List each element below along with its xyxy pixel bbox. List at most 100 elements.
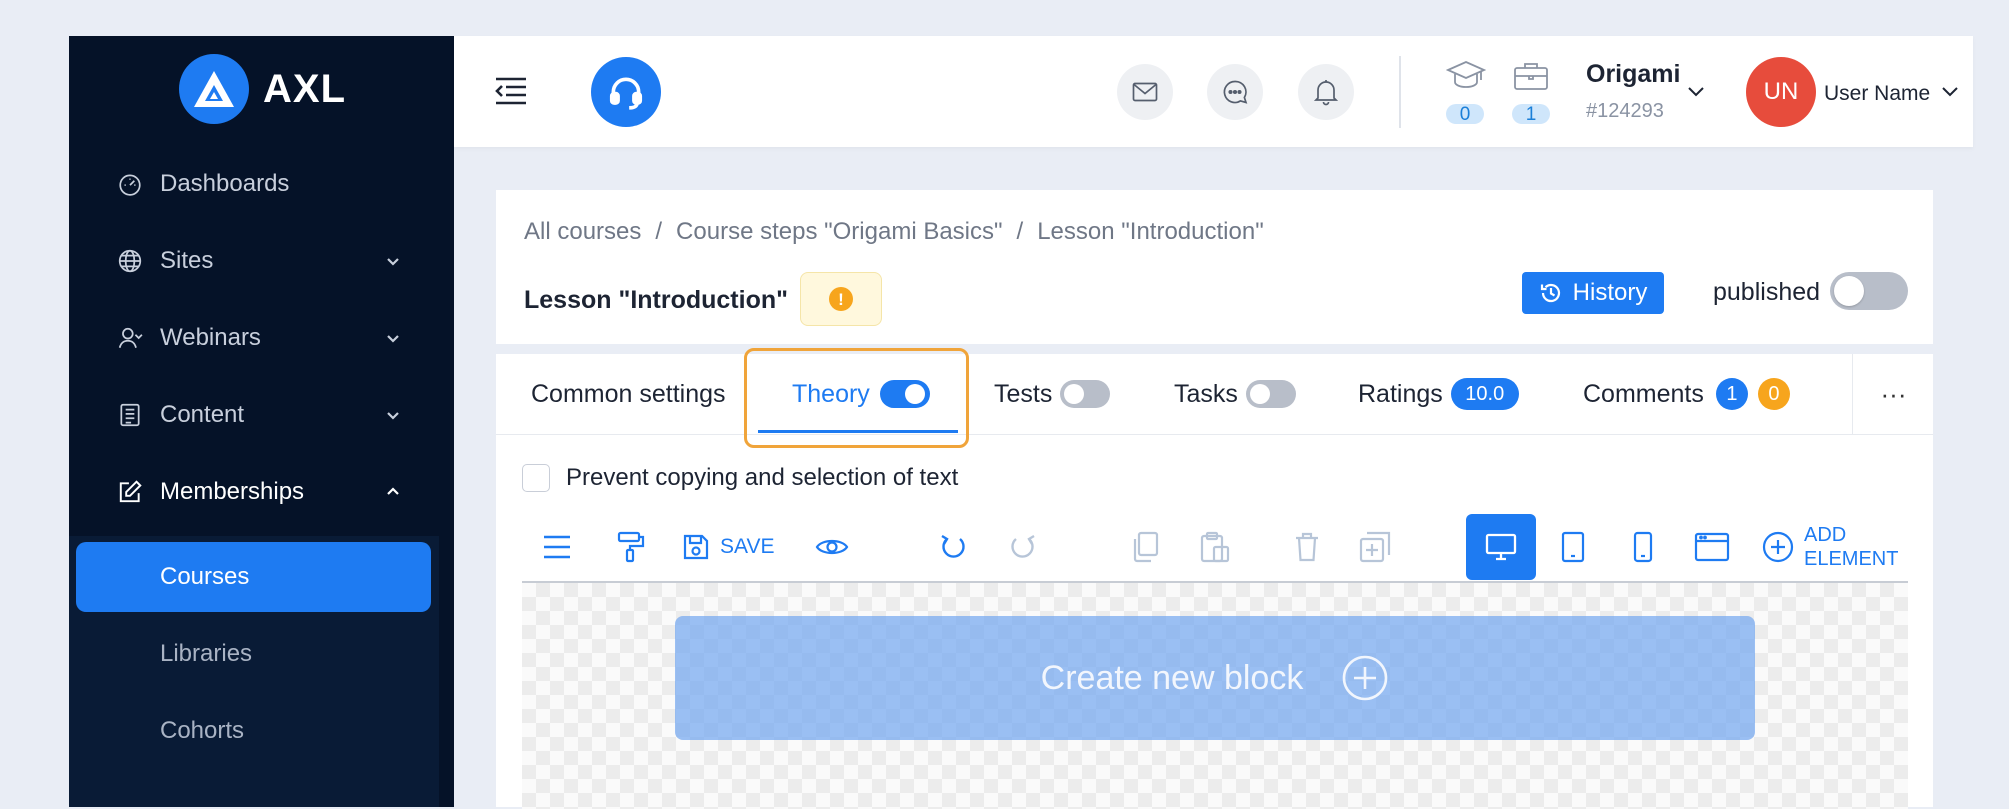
top-header: 0 1 Origami #124293 UN User Name	[454, 36, 1973, 147]
breadcrumb-course-steps[interactable]: Course steps "Origami Basics"	[676, 218, 1002, 246]
sidebar-item-dashboards[interactable]: Dashboards	[69, 154, 454, 214]
page-title: Lesson "Introduction"	[524, 286, 788, 314]
sidebar-item-libraries[interactable]: Libraries	[76, 619, 431, 689]
chevron-up-icon	[387, 487, 399, 495]
projects-counter-button[interactable]	[1510, 60, 1552, 92]
tab-tests[interactable]: Tests	[994, 354, 1111, 434]
breadcrumb-all-courses[interactable]: All courses	[524, 218, 641, 246]
floppy-disk-icon	[683, 534, 709, 560]
layers-menu-button[interactable]	[540, 514, 574, 580]
copy-button[interactable]	[1128, 514, 1162, 580]
prevent-copy-checkbox[interactable]	[522, 464, 550, 492]
redo-button[interactable]	[1006, 514, 1040, 580]
published-label: published	[1713, 278, 1821, 306]
breadcrumb-current-lesson: Lesson "Introduction"	[1037, 218, 1264, 245]
warning-icon: !	[829, 287, 853, 311]
breadcrumb: All courses / Course steps "Origami Basi…	[524, 218, 1264, 246]
sidebar-item-label: Cohorts	[160, 717, 245, 744]
user-name[interactable]: User Name	[1824, 82, 1930, 106]
chevron-down-icon	[387, 412, 399, 420]
duplicate-icon	[1359, 531, 1391, 563]
warning-badge[interactable]: !	[800, 272, 882, 326]
create-new-block-button[interactable]: Create new block	[675, 616, 1755, 740]
published-toggle[interactable]	[1830, 272, 1908, 310]
chat-icon	[1223, 80, 1248, 104]
popup-view-button[interactable]	[1692, 514, 1732, 580]
avatar[interactable]: UN	[1746, 57, 1816, 127]
eye-icon	[815, 539, 849, 555]
projects-count-badge: 1	[1512, 104, 1550, 125]
tab-tasks[interactable]: Tasks	[1174, 354, 1296, 434]
brand-name: AXL	[263, 66, 346, 111]
duplicate-button[interactable]	[1358, 514, 1392, 580]
tab-ratings[interactable]: Ratings 10.0	[1358, 354, 1519, 434]
paste-icon	[1200, 531, 1230, 563]
sidebar-item-label: Webinars	[160, 324, 261, 351]
sidebar-item-webinars[interactable]: Webinars	[69, 308, 454, 368]
theory-toggle[interactable]	[879, 380, 930, 408]
comments-pending-badge: 0	[1757, 378, 1790, 410]
globe-icon	[118, 249, 142, 273]
person-icon	[118, 327, 143, 348]
editor-toolbar: SAVE ADD ELEMENT	[522, 514, 1908, 580]
briefcase-icon	[1514, 63, 1548, 90]
sidebar-item-courses[interactable]: Courses	[76, 542, 431, 612]
ratings-badge: 10.0	[1450, 378, 1519, 410]
save-label: SAVE	[720, 535, 775, 558]
tab-comments[interactable]: Comments 1 0	[1583, 354, 1790, 434]
history-icon	[1540, 283, 1560, 303]
prevent-copy-option[interactable]: Prevent copying and selection of text	[522, 464, 958, 492]
active-tab-indicator	[758, 430, 958, 433]
courses-count-badge: 0	[1446, 104, 1484, 125]
sidebar-item-label: Content	[160, 401, 245, 428]
tablet-icon	[1561, 531, 1585, 563]
plus-circle-icon	[1762, 531, 1794, 563]
sidebar-item-label: Sites	[160, 247, 214, 274]
lesson-tabs: Common settings Theory Tests Tasks Ratin…	[496, 348, 1934, 448]
save-button[interactable]: SAVE	[682, 514, 792, 580]
more-tabs-button[interactable]: ···	[1852, 354, 1934, 434]
bell-icon	[1314, 80, 1338, 106]
history-button[interactable]: History	[1522, 272, 1664, 314]
undo-icon	[941, 534, 965, 558]
chat-button[interactable]	[1207, 64, 1263, 120]
sidebar-item-memberships[interactable]: Memberships	[69, 462, 454, 522]
sidebar-item-label: Dashboards	[160, 170, 290, 197]
courses-counter-button[interactable]	[1444, 58, 1488, 94]
memberships-submenu: Courses Libraries Cohorts	[69, 536, 439, 807]
sidebar-item-sites[interactable]: Sites	[69, 231, 454, 291]
tab-theory[interactable]: Theory	[792, 354, 930, 434]
tab-common-settings[interactable]: Common settings	[531, 354, 726, 434]
delete-button[interactable]	[1290, 514, 1324, 580]
paste-button[interactable]	[1198, 514, 1232, 580]
tablet-view-button[interactable]	[1556, 514, 1590, 580]
mobile-view-button[interactable]	[1626, 514, 1660, 580]
preview-button[interactable]	[814, 514, 850, 580]
support-button[interactable]	[591, 57, 661, 127]
organization-dropdown[interactable]	[1685, 80, 1707, 102]
mail-icon	[1132, 82, 1158, 102]
format-painter-button[interactable]	[614, 514, 648, 580]
headset-icon	[609, 77, 643, 110]
add-element-button[interactable]: ADD ELEMENT	[1762, 514, 1908, 580]
add-element-label-line1: ADD	[1804, 524, 1847, 546]
mail-button[interactable]	[1117, 64, 1173, 120]
undo-button[interactable]	[936, 514, 970, 580]
organization-name[interactable]: Origami	[1586, 60, 1680, 89]
notifications-button[interactable]	[1298, 64, 1354, 120]
sidebar-item-content[interactable]: Content	[69, 385, 454, 445]
chevron-down-icon	[1942, 87, 1958, 97]
user-menu-dropdown[interactable]	[1939, 80, 1961, 102]
history-label: History	[1572, 279, 1648, 306]
chevron-down-icon	[1688, 87, 1704, 97]
collapse-menu-button[interactable]	[494, 74, 528, 108]
svg-text:!: !	[838, 290, 844, 309]
tests-toggle[interactable]	[1060, 380, 1111, 408]
gauge-icon	[119, 174, 141, 196]
sidebar-item-cohorts[interactable]: Cohorts	[76, 696, 431, 766]
tasks-toggle[interactable]	[1245, 380, 1296, 408]
more-icon: ···	[1880, 378, 1907, 409]
desktop-view-button[interactable]	[1466, 514, 1536, 580]
brand-logo[interactable]: AXL	[179, 54, 346, 124]
menu-collapse-icon	[495, 77, 526, 105]
